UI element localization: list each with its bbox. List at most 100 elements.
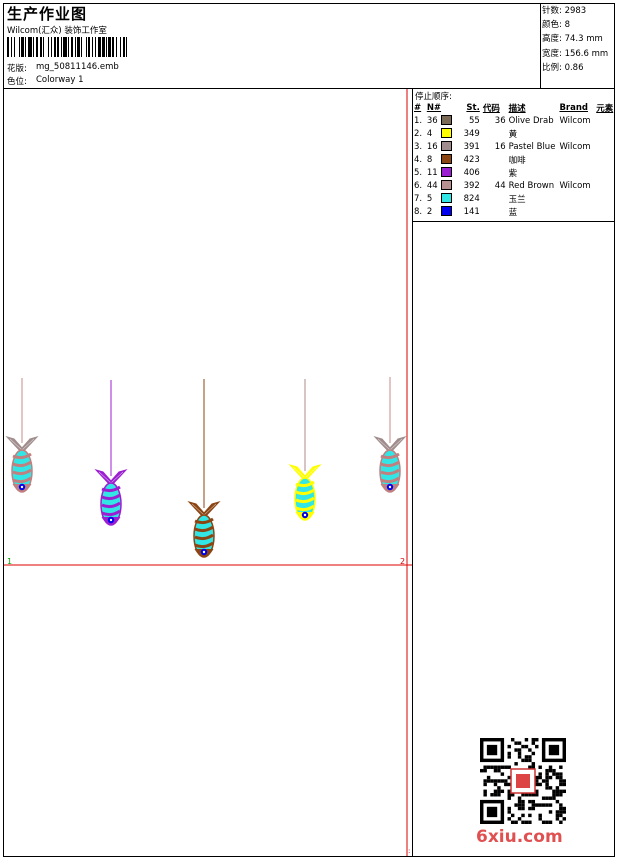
qr-module bbox=[483, 768, 487, 773]
qr-module bbox=[486, 779, 491, 783]
qr-module bbox=[490, 765, 494, 769]
qr-module bbox=[493, 793, 498, 797]
sequence-row: 1. 36 55 36 Olive Drab Wilcom bbox=[414, 114, 620, 127]
qr-module bbox=[507, 744, 511, 749]
qr-module bbox=[517, 806, 522, 811]
qr-module bbox=[493, 765, 498, 769]
qr-module bbox=[524, 758, 529, 763]
thread-swatch bbox=[440, 154, 452, 165]
qr-module bbox=[562, 810, 566, 814]
qr-module bbox=[559, 789, 563, 794]
sequence-row: 7. 5 824 玉兰 bbox=[414, 192, 620, 205]
thread-swatch bbox=[440, 141, 452, 152]
row-needle-number: 5 bbox=[426, 193, 433, 204]
qr-module bbox=[514, 803, 518, 807]
barcode bbox=[7, 37, 182, 57]
qr-module bbox=[480, 768, 484, 773]
fish-3 bbox=[187, 379, 221, 558]
qr-module bbox=[528, 758, 532, 763]
qr-module bbox=[531, 751, 536, 756]
qr-module bbox=[521, 803, 525, 807]
qr-module bbox=[548, 796, 553, 800]
fish-4 bbox=[288, 379, 322, 521]
row-description: 黄 bbox=[508, 129, 518, 140]
barcode-bar bbox=[127, 37, 129, 57]
row-brand bbox=[559, 192, 596, 205]
row-brand bbox=[559, 166, 596, 179]
marker-3: : bbox=[408, 847, 410, 855]
design-height: 高度: 74.3 mm bbox=[542, 34, 603, 45]
qr-module bbox=[528, 748, 532, 752]
qr-module bbox=[545, 768, 549, 773]
qr-module bbox=[538, 782, 542, 787]
qr-module bbox=[535, 803, 539, 807]
stop-sequence-table: # N# St. 代码 描述 Brand 元素 1. 36 55 36 Olive Dr… bbox=[414, 101, 620, 218]
qr-module bbox=[524, 755, 529, 759]
row-needle: 8 bbox=[427, 153, 459, 166]
qr-module bbox=[517, 803, 522, 807]
qr-module bbox=[514, 762, 518, 766]
stats-divider bbox=[540, 3, 541, 88]
row-needle: 44 bbox=[427, 179, 459, 192]
qr-module bbox=[517, 751, 522, 756]
col-needle: N# bbox=[426, 102, 442, 113]
qr-module bbox=[514, 741, 518, 745]
qr-module bbox=[524, 738, 529, 742]
qr-module bbox=[559, 810, 563, 814]
design-canvas: 1 2 : bbox=[4, 89, 412, 856]
qr-module bbox=[555, 799, 560, 804]
qr-module bbox=[548, 765, 553, 769]
thread-swatch bbox=[440, 180, 452, 191]
qr-module bbox=[497, 793, 501, 797]
design-scale: 比例: 0.86 bbox=[542, 62, 584, 73]
qr-module bbox=[545, 782, 549, 787]
qr-module bbox=[559, 803, 563, 807]
col-code: 代码 bbox=[482, 103, 500, 114]
row-needle: 4 bbox=[427, 127, 459, 140]
row-description: 蓝 bbox=[508, 207, 518, 218]
qr-module bbox=[521, 806, 525, 811]
row-index: 7. bbox=[414, 193, 423, 204]
row-index: 1. bbox=[414, 115, 423, 126]
row-description: Pastel Blue bbox=[508, 141, 556, 152]
sequence-row: 5. 11 406 紫 bbox=[414, 166, 620, 179]
row-element bbox=[596, 127, 620, 140]
row-description: 紫 bbox=[508, 168, 518, 179]
fish-5 bbox=[373, 377, 407, 493]
row-brand: Wilcom bbox=[559, 180, 591, 191]
fish-2 bbox=[94, 380, 128, 526]
marker-1: 1 bbox=[7, 557, 12, 566]
row-index: 8. bbox=[414, 206, 423, 217]
qr-module bbox=[514, 748, 518, 752]
qr-module bbox=[559, 775, 563, 780]
qr-module bbox=[490, 793, 494, 797]
row-brand bbox=[559, 153, 596, 166]
row-needle-number: 2 bbox=[426, 206, 433, 217]
row-brand bbox=[559, 127, 596, 140]
row-stitches: 824 bbox=[463, 193, 480, 204]
qr-module bbox=[507, 806, 511, 811]
row-stitches: 391 bbox=[463, 141, 480, 152]
fish-eye-highlight bbox=[20, 485, 24, 489]
fish-eye-highlight bbox=[388, 485, 392, 489]
qr-module bbox=[548, 786, 553, 790]
qr-module bbox=[517, 796, 522, 800]
qr-module bbox=[486, 765, 491, 769]
qr-module bbox=[517, 741, 522, 745]
row-needle: 11 bbox=[427, 166, 459, 179]
qr-module bbox=[562, 817, 566, 821]
qr-module bbox=[521, 744, 525, 749]
qr-module bbox=[507, 810, 511, 814]
qr-module bbox=[531, 803, 536, 807]
qr-module bbox=[521, 813, 525, 818]
qr-module bbox=[548, 810, 553, 814]
qr-module bbox=[531, 741, 536, 745]
qr-module bbox=[514, 820, 518, 824]
watermark: 6xiu.com bbox=[476, 827, 563, 847]
qr-module bbox=[497, 786, 501, 790]
qr-module bbox=[483, 793, 487, 797]
qr-module bbox=[490, 779, 494, 783]
qr-module bbox=[555, 793, 560, 797]
qr-module bbox=[552, 796, 556, 800]
row-needle-number: 16 bbox=[426, 141, 438, 152]
